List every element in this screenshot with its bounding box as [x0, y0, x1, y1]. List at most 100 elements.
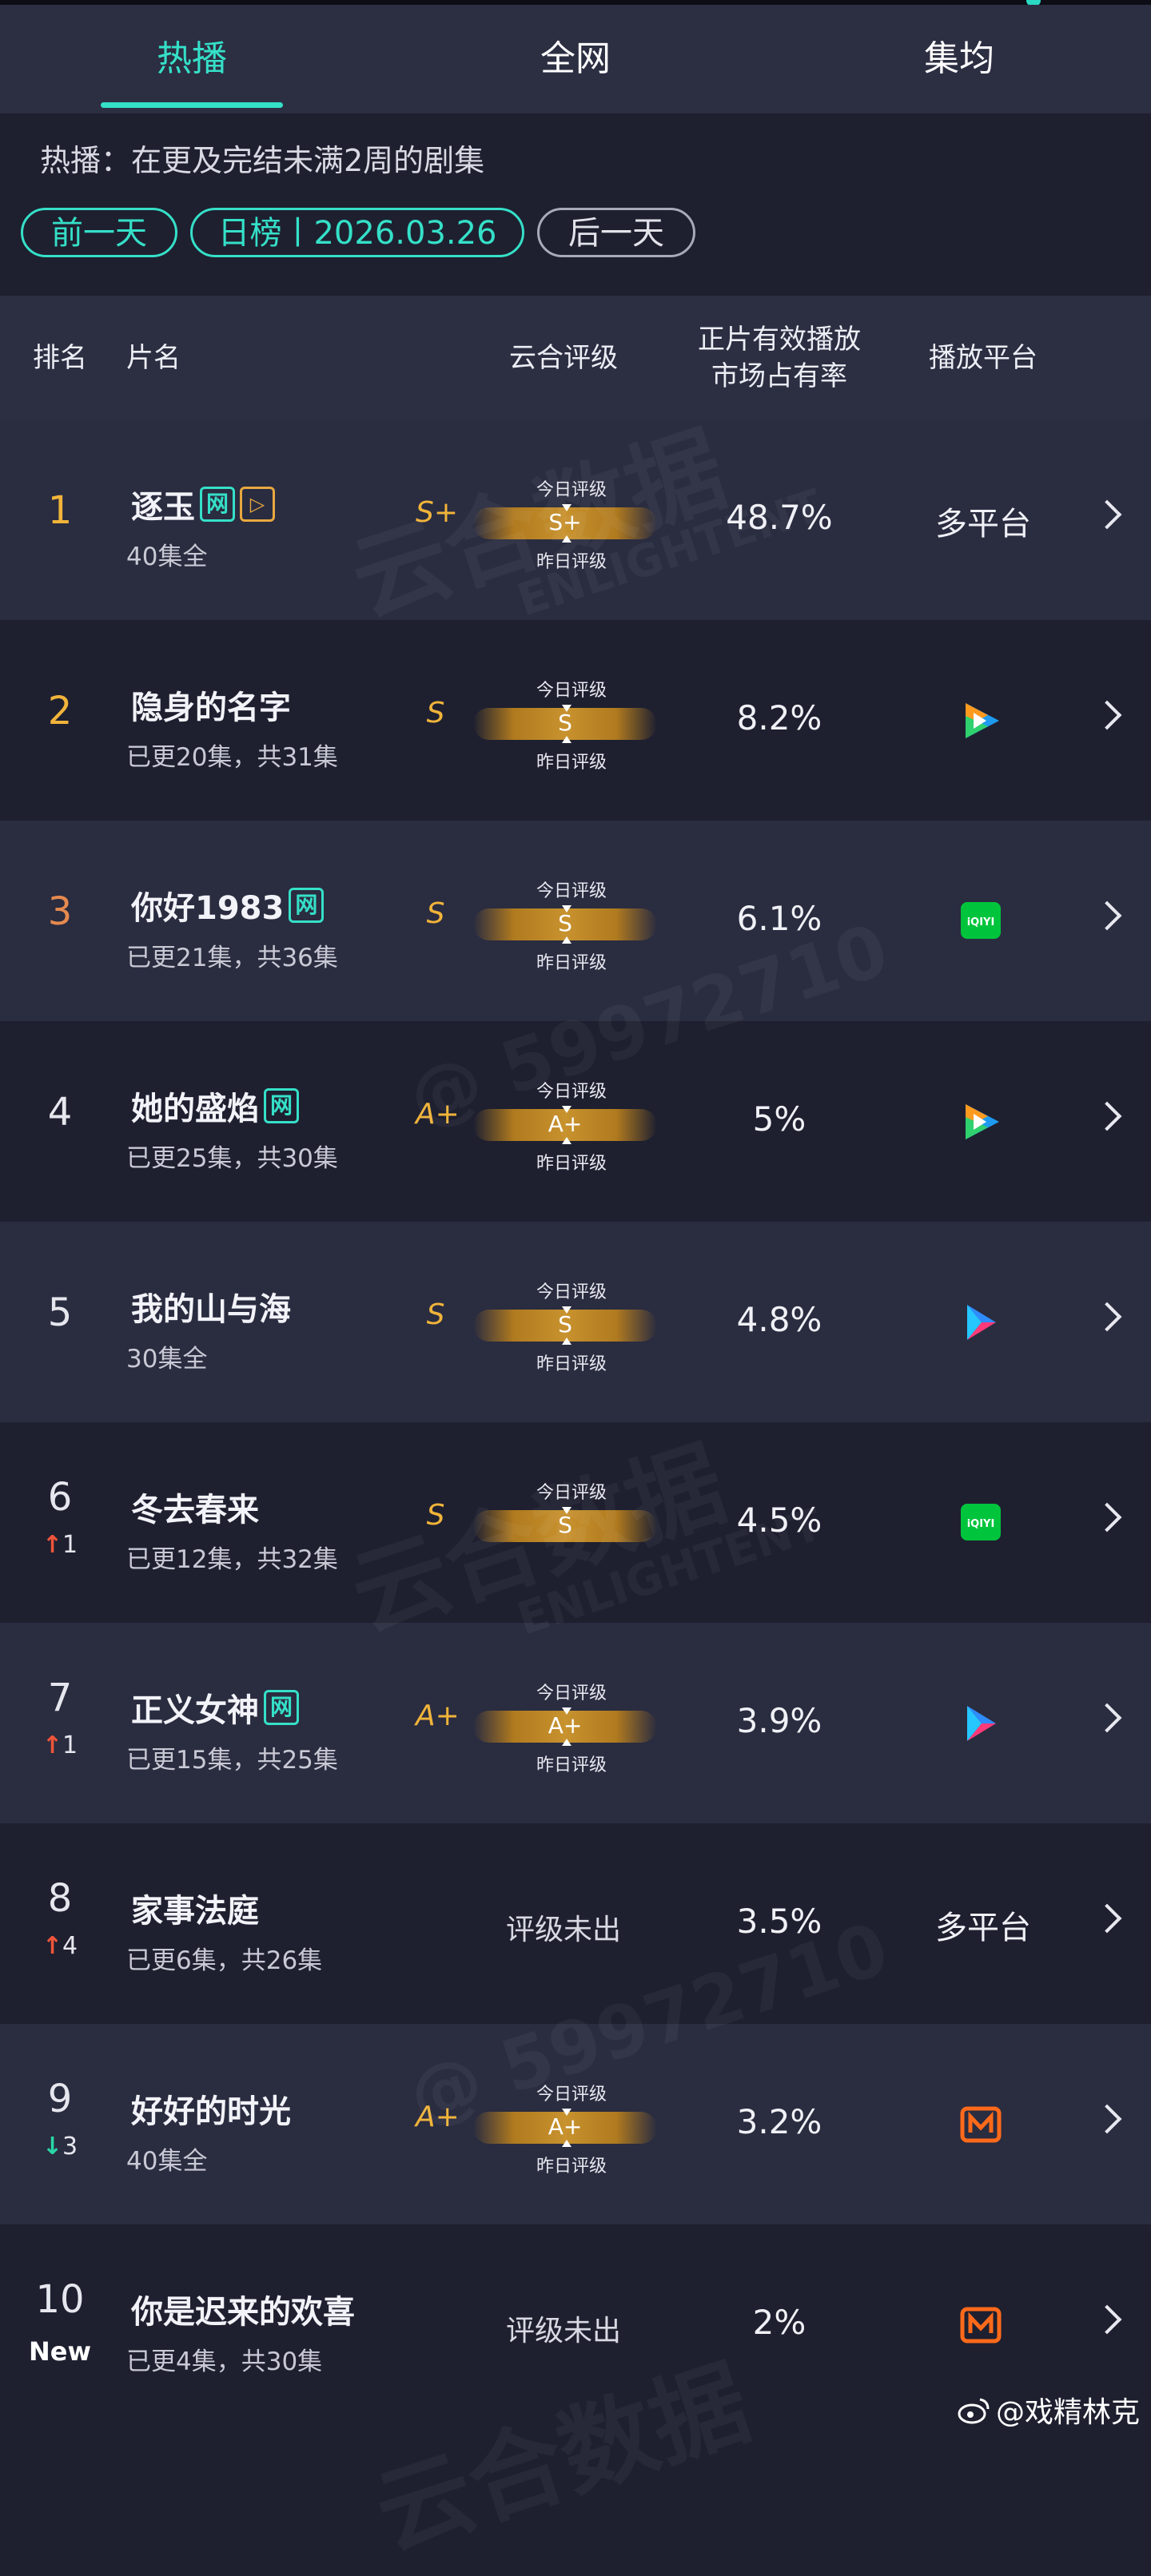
grade-bar-value: S — [558, 1512, 572, 1538]
chevron-right-icon[interactable] — [1092, 499, 1122, 530]
tencent-video-icon — [959, 700, 1004, 741]
rank-number: 9 — [47, 2077, 73, 2121]
chevron-right-icon[interactable] — [1092, 1302, 1122, 1332]
prev-day-button[interactable]: 前一天 — [21, 208, 177, 257]
episode-status: 已更6集，共26集 — [126, 1946, 323, 1975]
yesterday-grade-marker — [562, 936, 572, 944]
chevron-right-icon[interactable] — [1092, 700, 1122, 730]
next-day-button[interactable]: 后一天 — [537, 208, 695, 257]
rank-change-value: 4 — [62, 1932, 78, 1960]
yesterday-grade-marker — [562, 1137, 572, 1144]
grade-bar-value: A+ — [548, 1712, 583, 1739]
rank-down-arrow-icon: ↓ — [42, 2133, 63, 2161]
drama-title: 你好1983 — [131, 890, 285, 927]
yesterday-grade-marker — [562, 1739, 572, 1746]
episode-status: 已更4集，共30集 — [126, 2347, 323, 2376]
yesterday-grade-label: 昨日评级 — [536, 753, 607, 773]
header-share-line1: 正片有效播放 — [698, 323, 861, 356]
market-share: 8.2% — [736, 698, 822, 737]
grade-value: S — [426, 697, 445, 729]
market-share: 2% — [752, 2303, 806, 2342]
market-share: 3.9% — [736, 1701, 822, 1740]
yesterday-grade-label: 昨日评级 — [536, 1354, 607, 1374]
tab-per-episode[interactable]: 集均 — [799, 5, 1119, 113]
rank-number: 4 — [47, 1090, 73, 1135]
title-line: 逐玉网 ▷ — [131, 480, 275, 528]
header-title: 片名 — [126, 341, 181, 374]
title-line: 隐身的名字 — [131, 681, 291, 729]
platform-label: 多平台 — [935, 506, 1031, 543]
title-line: 你是迟来的欢喜 — [131, 2285, 355, 2333]
rank-number: 6 — [47, 1475, 73, 1520]
ranking-row[interactable]: 7 ↑1 正义女神网已更15集，共25集 A+ 今日评级 A+ 昨日评级 3.9% — [0, 1623, 1151, 1823]
yesterday-grade-label: 昨日评级 — [536, 552, 607, 572]
today-grade-marker — [562, 2109, 572, 2116]
title-line: 正义女神网 — [131, 1684, 299, 1731]
ranking-row[interactable]: 4 她的盛焰网已更25集，共30集 A+ 今日评级 A+ 昨日评级 5% — [0, 1021, 1151, 1222]
current-date-button[interactable]: 日榜丨2026.03.26 — [190, 208, 524, 257]
chevron-right-icon[interactable] — [1092, 1703, 1122, 1733]
tab-bar: 热播 全网 集均 — [0, 5, 1151, 113]
weibo-icon — [958, 2396, 991, 2432]
episode-status: 40集全 — [126, 2147, 208, 2176]
header-rank: 排名 — [33, 341, 87, 374]
today-grade-label: 今日评级 — [536, 2085, 607, 2105]
today-grade-marker — [562, 705, 572, 712]
title-line: 我的山与海 — [131, 1282, 291, 1330]
rank-change: ↑4 — [0, 1932, 120, 1960]
rank-number: 2 — [47, 689, 73, 733]
today-grade-marker — [562, 1507, 572, 1514]
fast-forward-badge-icon: ▷ — [240, 487, 275, 522]
ranking-row[interactable]: 6 ↑1 冬去春来 已更12集，共32集 S 今日评级 S 4.5% iQIYI — [0, 1422, 1151, 1623]
platform-label: 多平台 — [935, 1910, 1031, 1946]
header-share-line2: 市场占有率 — [711, 360, 847, 392]
tab-all-network[interactable]: 全网 — [416, 5, 735, 113]
rank-change: ↑1 — [0, 1731, 120, 1759]
drama-title: 隐身的名字 — [131, 690, 291, 726]
rank-change: ↓3 — [0, 2133, 120, 2161]
today-grade-label: 今日评级 — [536, 1282, 607, 1302]
ranking-row[interactable]: 8 ↑4 家事法庭 已更6集，共26集 评级未出 3.5% 多平台 — [0, 1823, 1151, 2024]
today-grade-label: 今日评级 — [536, 480, 607, 500]
tab-hot[interactable]: 热播 — [32, 5, 352, 113]
today-grade-marker — [562, 905, 572, 912]
ranking-row[interactable]: 1 逐玉网 ▷ 40集全 S+ 今日评级 S+ 昨日评级 48.7% 多平台 — [0, 419, 1151, 620]
chevron-right-icon[interactable] — [1092, 2304, 1122, 2335]
chevron-right-icon[interactable] — [1092, 900, 1122, 931]
episode-status: 已更15集，共25集 — [126, 1746, 338, 1775]
today-grade-label: 今日评级 — [536, 1082, 607, 1102]
title-line: 好好的时光 — [131, 2085, 291, 2133]
episode-status: 已更21集，共36集 — [126, 944, 338, 972]
active-tab-indicator — [101, 102, 283, 108]
yesterday-grade-label: 昨日评级 — [536, 953, 607, 973]
ranking-row[interactable]: 5 我的山与海 30集全 S 今日评级 S 昨日评级 4.8% — [0, 1222, 1151, 1422]
grade-bar-value: A+ — [548, 2113, 583, 2140]
svg-text:iQIYI: iQIYI — [967, 1518, 995, 1530]
header-platform: 播放平台 — [929, 341, 1037, 374]
drama-title: 她的盛焰 — [131, 1091, 259, 1127]
chevron-right-icon[interactable] — [1092, 1502, 1122, 1532]
grade-value: S — [426, 897, 445, 930]
grade-bar-value: S — [558, 1311, 572, 1338]
episode-status: 30集全 — [126, 1345, 208, 1373]
grade-value: A+ — [416, 1699, 460, 1732]
web-series-badge: 网 — [264, 1690, 299, 1725]
rank-up-arrow-icon: ↑ — [42, 1531, 63, 1559]
ranking-row[interactable]: 9 ↓3 好好的时光 40集全 A+ 今日评级 A+ 昨日评级 3.2% — [0, 2024, 1151, 2224]
drama-title: 好好的时光 — [131, 2093, 291, 2130]
rank-up-arrow-icon: ↑ — [42, 1731, 63, 1759]
title-line: 她的盛焰网 — [131, 1082, 299, 1130]
chevron-right-icon[interactable] — [1092, 1903, 1122, 1934]
chevron-right-icon[interactable] — [1092, 2104, 1122, 2134]
ranking-row[interactable]: 3 你好1983 网已更21集，共36集 S 今日评级 S 昨日评级 6.1% iQIYI — [0, 821, 1151, 1021]
drama-title: 正义女神 — [131, 1692, 259, 1729]
grade-bar-value: S — [558, 710, 572, 736]
title-line: 冬去春来 — [131, 1483, 259, 1531]
grade-pending: 评级未出 — [505, 2315, 621, 2347]
market-share: 48.7% — [726, 498, 833, 537]
header-grade: 云合评级 — [509, 341, 618, 374]
rank-change-value: 1 — [62, 1531, 78, 1559]
market-share: 4.8% — [736, 1300, 822, 1339]
chevron-right-icon[interactable] — [1092, 1101, 1122, 1131]
ranking-row[interactable]: 2 隐身的名字 已更20集，共31集 S 今日评级 S 昨日评级 8.2% — [0, 620, 1151, 821]
